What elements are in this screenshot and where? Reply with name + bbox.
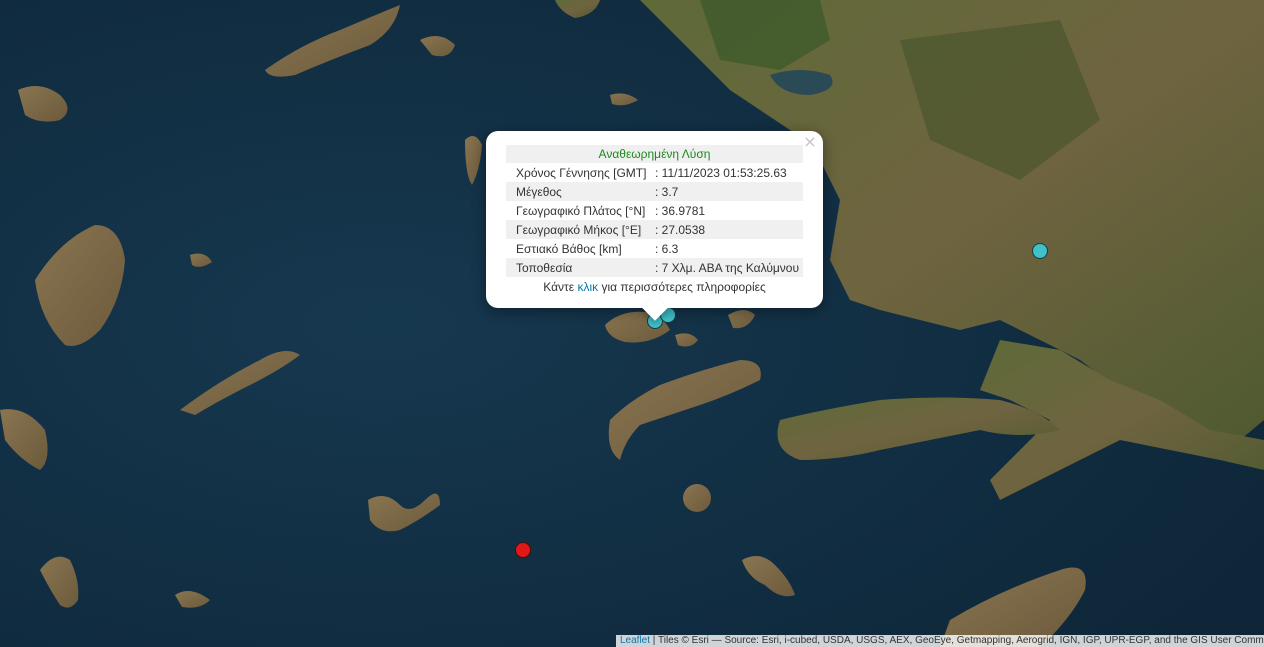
row-value: : 6.3 <box>655 241 679 256</box>
row-value: : 27.0538 <box>655 220 803 239</box>
row-key: Γεωγραφικό Πλάτος [°N] <box>516 203 646 218</box>
quake-marker[interactable] <box>1032 243 1048 259</box>
row-value: : 3.7 <box>655 182 803 201</box>
satellite-basemap[interactable] <box>0 0 1264 647</box>
map-canvas[interactable] <box>0 0 1264 647</box>
island-nisyros <box>683 484 711 512</box>
earthquake-popup: × Αναθεωρημένη Λύση Χρόνος Γέννησης [GMT… <box>486 131 823 321</box>
row-value: : 11/11/2023 01:53:25.63 <box>655 165 787 180</box>
table-row: Γεωγραφικό Πλάτος [°N] : 36.9781 <box>506 201 803 220</box>
more-info-suffix: για περισσότερες πληροφορίες <box>598 280 766 294</box>
more-info-link[interactable]: κλικ <box>577 280 598 294</box>
row-key: Εστιακό Βάθος [km] <box>516 241 622 256</box>
more-info-prefix: Κάντε <box>543 280 578 294</box>
table-row: Μέγεθος : 3.7 <box>506 182 803 201</box>
row-key: Τοποθεσία <box>506 258 655 277</box>
popup-heading: Αναθεωρημένη Λύση <box>506 145 803 163</box>
close-icon[interactable]: × <box>802 134 818 150</box>
popup-table: Χρόνος Γέννησης [GMT] : 11/11/2023 01:53… <box>506 163 803 277</box>
table-row: Εστιακό Βάθος [km] : 6.3 <box>506 239 803 258</box>
popup-content: Αναθεωρημένη Λύση Χρόνος Γέννησης [GMT] … <box>506 145 803 294</box>
row-key: Χρόνος Γέννησης [GMT] <box>516 165 647 180</box>
row-value: : 36.9781 <box>655 203 706 218</box>
row-key: Μέγεθος <box>506 182 655 201</box>
table-row: Γεωγραφικό Μήκος [°E] : 27.0538 <box>506 220 803 239</box>
table-row: Τοποθεσία : 7 Χλμ. ΑΒΑ της Καλύμνου <box>506 258 803 277</box>
map-attribution: Leaflet | Tiles © Esri — Source: Esri, i… <box>616 635 1264 647</box>
attribution-text: | Tiles © Esri — Source: Esri, i-cubed, … <box>650 635 1264 646</box>
table-row: Χρόνος Γέννησης [GMT] : 11/11/2023 01:53… <box>506 163 803 182</box>
quake-marker[interactable] <box>515 542 531 558</box>
leaflet-link[interactable]: Leaflet <box>620 635 650 646</box>
row-key: Γεωγραφικό Μήκος [°E] <box>506 220 655 239</box>
row-value: : 7 Χλμ. ΑΒΑ της Καλύμνου <box>655 258 803 277</box>
more-info-line: Κάντε κλικ για περισσότερες πληροφορίες <box>506 280 803 294</box>
